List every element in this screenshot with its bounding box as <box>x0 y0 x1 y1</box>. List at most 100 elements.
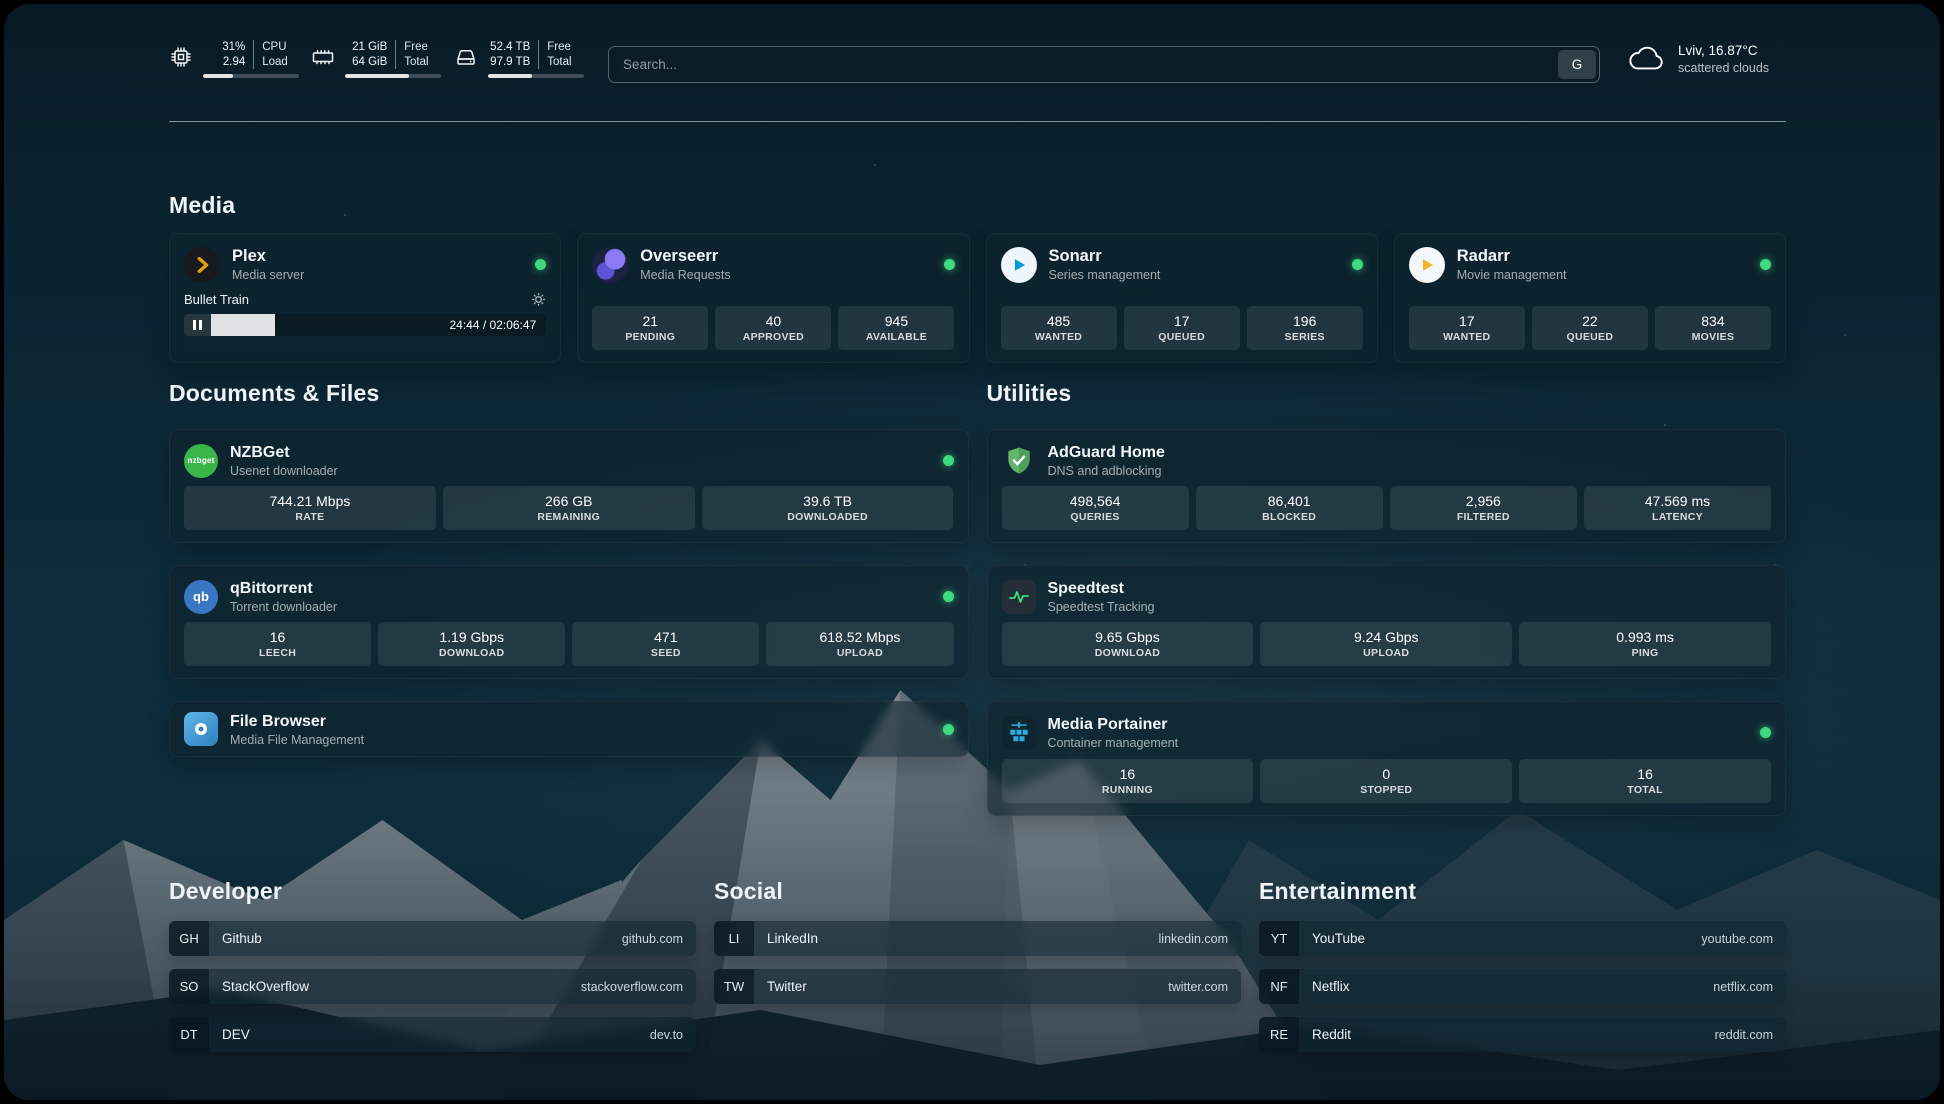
header-divider <box>169 121 1786 122</box>
stat-box: 17WANTED <box>1409 306 1525 350</box>
disk-stat-widget: 52.4 TB 97.9 TB Free Total <box>454 40 584 78</box>
stat-divider <box>395 40 396 69</box>
search-engine-button[interactable]: G <box>1558 50 1596 79</box>
stat-box: 1.19 GbpsDOWNLOAD <box>378 622 565 666</box>
status-dot <box>1760 259 1771 270</box>
bookmark-name: Netflix <box>1299 979 1350 994</box>
bookmark-github[interactable]: GH Github github.com <box>169 921 696 956</box>
developer-section-title: Developer <box>169 878 696 905</box>
portainer-icon <box>1002 716 1036 750</box>
speedtest-card[interactable]: Speedtest Speedtest Tracking 9.65 GbpsDO… <box>987 565 1787 679</box>
adguard-shield-icon <box>1002 444 1036 478</box>
disk-progress-bar <box>488 74 584 78</box>
service-description: Media server <box>232 267 304 283</box>
memory-icon <box>311 45 335 69</box>
stat-box: 16TOTAL <box>1519 759 1771 803</box>
pause-button[interactable] <box>184 314 211 336</box>
bookmark-abbr: YT <box>1259 921 1299 956</box>
stat-divider <box>538 40 539 69</box>
search-bar: G <box>608 46 1600 83</box>
qbittorrent-icon: qb <box>184 580 218 614</box>
stat-box: 16RUNNING <box>1002 759 1254 803</box>
qbittorrent-card[interactable]: qb qBittorrent Torrent downloader 16LEEC… <box>169 565 969 679</box>
overseerr-card[interactable]: Overseerr Media Requests 21PENDING 40APP… <box>577 233 969 363</box>
stat-box: 16LEECH <box>184 622 371 666</box>
bookmark-url: linkedin.com <box>1159 932 1241 946</box>
service-description: Usenet downloader <box>230 463 338 479</box>
service-name: File Browser <box>230 711 364 732</box>
nzbget-card[interactable]: nzbget NZBGet Usenet downloader 744.21 M… <box>169 429 969 543</box>
stat-box: 744.21 MbpsRATE <box>184 486 436 530</box>
weather-condition: scattered clouds <box>1678 60 1769 77</box>
utilities-section: Utilities AdGuard Home DNS and adblockin… <box>987 380 1787 838</box>
cpu-label: CPU <box>262 40 299 55</box>
bookmark-name: Twitter <box>754 979 807 994</box>
memory-stat-widget: 21 GiB 64 GiB Free Total <box>311 40 441 78</box>
stat-box: 17QUEUED <box>1124 306 1240 350</box>
media-player-bar: 24:44 / 02:06:47 <box>184 314 546 336</box>
stat-box: 834MOVIES <box>1655 306 1771 350</box>
bookmark-abbr: RE <box>1259 1017 1299 1052</box>
stat-box: 47.569 msLATENCY <box>1584 486 1771 530</box>
memory-total-value: 64 GiB <box>345 55 387 70</box>
stat-box: 86,401BLOCKED <box>1196 486 1383 530</box>
weather-location-temp: Lviv, 16.87°C <box>1678 42 1769 60</box>
bookmark-abbr: NF <box>1259 969 1299 1004</box>
service-description: Speedtest Tracking <box>1048 599 1155 615</box>
cpu-usage-value: 31% <box>203 40 245 55</box>
stat-box: 0STOPPED <box>1260 759 1512 803</box>
service-description: Series management <box>1049 267 1161 283</box>
disk-icon <box>454 45 478 69</box>
bookmark-abbr: GH <box>169 921 209 956</box>
search-input[interactable] <box>609 57 1558 72</box>
bookmark-reddit[interactable]: RE Reddit reddit.com <box>1259 1017 1786 1052</box>
service-name: Overseerr <box>640 246 730 267</box>
bookmarks-section: Developer GH Github github.com SO StackO… <box>169 878 1786 1065</box>
stat-box: 618.52 MbpsUPLOAD <box>766 622 953 666</box>
filebrowser-card[interactable]: File Browser Media File Management <box>169 701 969 757</box>
entertainment-bookmarks: Entertainment YT YouTube youtube.com NF … <box>1259 878 1786 1065</box>
bookmark-url: stackoverflow.com <box>581 980 696 994</box>
snow-specks <box>4 4 6 6</box>
bookmark-linkedin[interactable]: LI LinkedIn linkedin.com <box>714 921 1241 956</box>
bookmark-netflix[interactable]: NF Netflix netflix.com <box>1259 969 1786 1004</box>
sonarr-card[interactable]: Sonarr Series management 485WANTED 17QUE… <box>986 233 1378 363</box>
bookmark-abbr: LI <box>714 921 754 956</box>
documents-section: Documents & Files nzbget NZBGet Usenet d… <box>169 380 969 838</box>
social-section-title: Social <box>714 878 1241 905</box>
service-name: Media Portainer <box>1048 714 1179 735</box>
memory-free-label: Free <box>404 40 441 55</box>
portainer-card[interactable]: Media Portainer Container management 16R… <box>987 701 1787 816</box>
status-dot <box>1352 259 1363 270</box>
disk-free-value: 52.4 TB <box>488 40 530 55</box>
bookmark-dev[interactable]: DT DEV dev.to <box>169 1017 696 1052</box>
service-description: Media File Management <box>230 732 364 748</box>
service-description: DNS and adblocking <box>1048 463 1165 479</box>
service-name: Speedtest <box>1048 578 1155 599</box>
bookmark-stackoverflow[interactable]: SO StackOverflow stackoverflow.com <box>169 969 696 1004</box>
stat-box: 2,956FILTERED <box>1390 486 1577 530</box>
stat-box: 39.6 TBDOWNLOADED <box>702 486 954 530</box>
settings-gear-icon[interactable] <box>531 292 546 307</box>
stat-box: 40APPROVED <box>715 306 831 350</box>
stat-box: 22QUEUED <box>1532 306 1648 350</box>
service-description: Container management <box>1048 735 1179 751</box>
radarr-card[interactable]: Radarr Movie management 17WANTED 22QUEUE… <box>1394 233 1786 363</box>
stat-box: 471SEED <box>572 622 759 666</box>
bookmark-twitter[interactable]: TW Twitter twitter.com <box>714 969 1241 1004</box>
bookmark-url: youtube.com <box>1701 932 1786 946</box>
bookmark-url: dev.to <box>650 1028 696 1042</box>
bookmark-name: YouTube <box>1299 931 1365 946</box>
developer-bookmarks: Developer GH Github github.com SO StackO… <box>169 878 696 1065</box>
stat-box: 266 GBREMAINING <box>443 486 695 530</box>
cpu-progress-bar <box>203 74 299 78</box>
bookmark-url: twitter.com <box>1168 980 1241 994</box>
service-name: Plex <box>232 246 304 267</box>
bookmark-abbr: DT <box>169 1017 209 1052</box>
plex-card[interactable]: Plex Media server Bullet Train <box>169 233 561 363</box>
bookmark-youtube[interactable]: YT YouTube youtube.com <box>1259 921 1786 956</box>
service-description: Torrent downloader <box>230 599 337 615</box>
stat-box: 498,564QUERIES <box>1002 486 1189 530</box>
memory-total-label: Total <box>404 55 441 70</box>
adguard-card[interactable]: AdGuard Home DNS and adblocking 498,564Q… <box>987 429 1787 543</box>
